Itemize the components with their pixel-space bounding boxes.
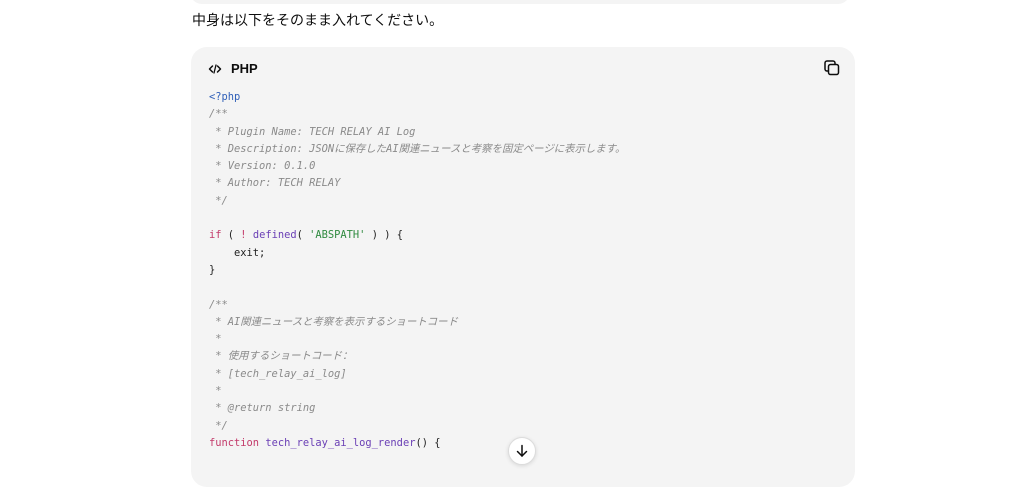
code-line: */ — [209, 193, 837, 210]
code-token: /** — [209, 108, 228, 121]
code-line: * Description: JSONに保存したAI関連ニュースと考察を固定ペー… — [209, 141, 837, 158]
code-token: * @return string — [209, 402, 316, 415]
code-token: tech_relay_ai_log_render — [265, 436, 416, 449]
code-line: * 使用するショートコード： — [209, 348, 837, 365]
code-block: PHP <?php /** * Plugin Name: TECH RELAY A… — [191, 47, 855, 487]
code-token: defined — [252, 229, 297, 242]
previous-message-block — [190, 0, 850, 4]
code-line: <?php — [209, 89, 837, 106]
code-line: * @return string — [209, 400, 837, 417]
code-token: * Description: JSONに保存したAI関連ニュースと考察を固定ペー… — [209, 142, 626, 155]
code-line: * Version: 0.1.0 — [209, 158, 837, 175]
code-token: ) ) { — [365, 229, 403, 242]
code-token: ( — [221, 229, 241, 242]
code-token: * — [209, 385, 222, 398]
copy-code-button[interactable] — [823, 59, 841, 77]
code-token: * AI関連ニュースと考察を表示するショートコード — [209, 315, 458, 328]
code-brackets-icon — [208, 61, 222, 75]
code-line: * — [209, 331, 837, 348]
code-line: * AI関連ニュースと考察を表示するショートコード — [209, 314, 837, 331]
code-token: <?php — [209, 91, 241, 103]
code-token: if — [209, 229, 222, 242]
code-token: */ — [209, 419, 228, 432]
code-token: * Plugin Name: TECH RELAY AI Log — [209, 125, 416, 138]
code-token: 'ABSPATH' — [309, 229, 366, 242]
code-line: * [tech_relay_ai_log] — [209, 366, 837, 383]
code-line: } — [209, 262, 837, 279]
code-token: exit; — [209, 246, 266, 259]
code-language-label: PHP — [231, 61, 258, 76]
code-line: if ( ! defined( 'ABSPATH' ) ) { — [209, 227, 837, 244]
code-line: * Author: TECH RELAY — [209, 175, 837, 192]
code-line: /** — [209, 297, 837, 314]
code-token: */ — [209, 194, 228, 207]
code-token: * 使用するショートコード： — [209, 350, 353, 363]
code-token: () { — [415, 436, 441, 449]
scroll-to-bottom-button[interactable] — [508, 437, 536, 465]
code-token: * — [209, 333, 222, 346]
code-token: function — [209, 436, 260, 449]
code-line: * — [209, 383, 837, 400]
code-line: */ — [209, 418, 837, 435]
code-token: } — [209, 263, 216, 276]
assistant-message-text: 中身は以下をそのまま入れてください。 — [192, 13, 444, 29]
code-token: * Version: 0.1.0 — [209, 160, 316, 173]
code-token: ( — [296, 229, 310, 242]
code-token: * Author: TECH RELAY — [209, 177, 341, 190]
code-line: exit; — [209, 245, 837, 262]
code-token: * [tech_relay_ai_log] — [209, 367, 347, 380]
code-block-header: PHP — [191, 47, 855, 91]
arrow-down-icon — [516, 444, 528, 457]
code-line: /** — [209, 106, 837, 123]
code-content: <?php /** * Plugin Name: TECH RELAY AI Lo… — [209, 89, 837, 452]
code-line: * Plugin Name: TECH RELAY AI Log — [209, 124, 837, 141]
copy-icon — [824, 60, 840, 76]
code-token: /** — [209, 298, 228, 311]
